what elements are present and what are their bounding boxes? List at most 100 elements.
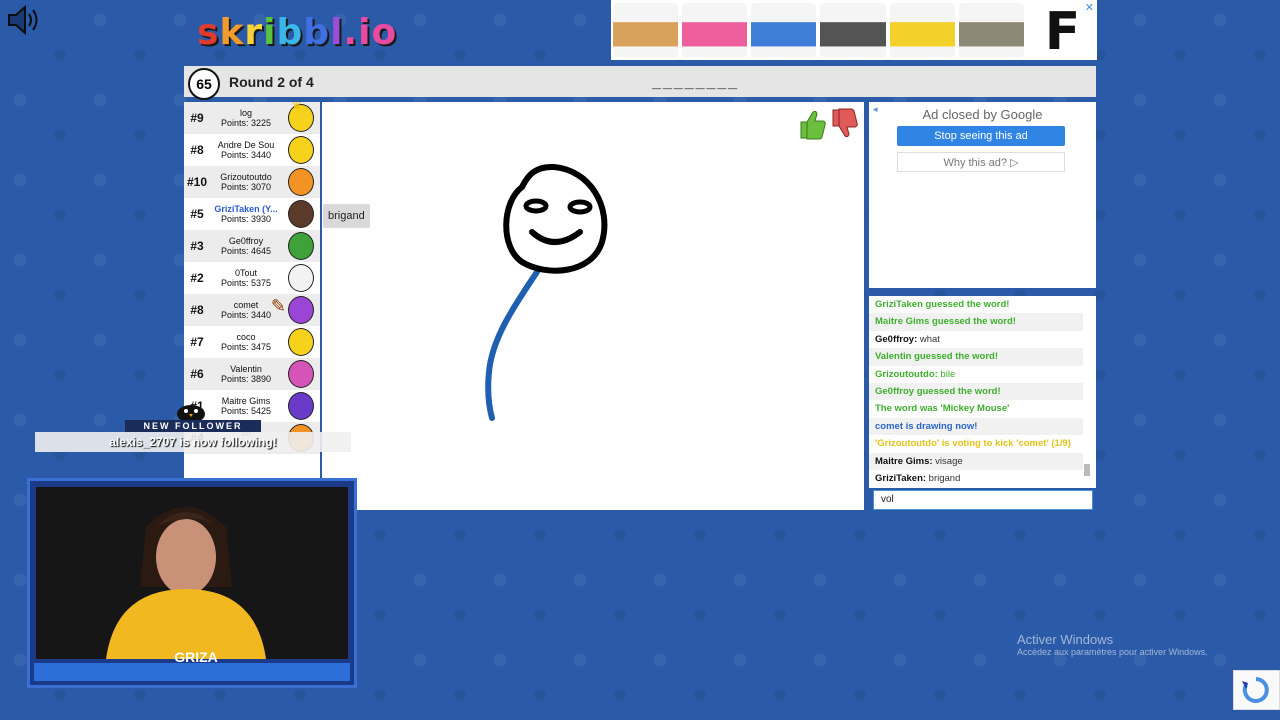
logo-letter: . bbox=[343, 12, 359, 53]
thumbs-up-icon[interactable] bbox=[800, 110, 826, 140]
player-name: 0Tout bbox=[234, 268, 258, 278]
chat-message: GriziTaken: brigand bbox=[869, 469, 1083, 488]
chat-sender: Maitre Gims: bbox=[875, 455, 933, 467]
player-info: Andre De Sou Points: 3440 bbox=[210, 140, 282, 160]
chat-text: brigand bbox=[926, 472, 961, 484]
webcam-feed bbox=[36, 487, 348, 659]
why-this-ad-button[interactable]: Why this ad? ▷ bbox=[897, 152, 1065, 172]
player-points: Points: 3475 bbox=[220, 342, 272, 352]
player-row[interactable]: #6 Valentin Points: 3890 bbox=[184, 358, 320, 390]
player-row[interactable]: #5 GriziTaken (Y... Points: 3930 bbox=[184, 198, 320, 230]
player-rank: #5 bbox=[190, 207, 204, 221]
player-row[interactable]: #7 coco Points: 3475 bbox=[184, 326, 320, 358]
player-row[interactable]: #9 log Points: 3225 ♛ bbox=[184, 102, 320, 134]
logo-letter: r bbox=[244, 12, 264, 53]
chat-message: Valentin guessed the word! bbox=[869, 348, 1083, 366]
logo-letter: b bbox=[303, 12, 331, 53]
chat-message: Maitre Gims: visage bbox=[869, 452, 1083, 470]
chat-sender: Ge0ffroy: bbox=[875, 333, 918, 345]
player-points: Points: 3225 bbox=[220, 118, 272, 128]
player-info: coco Points: 3475 bbox=[210, 332, 282, 352]
chat-message: Grizoutoutdo: bile bbox=[869, 365, 1083, 383]
chat-text: visage bbox=[932, 455, 963, 467]
drawing-canvas[interactable] bbox=[322, 102, 864, 510]
chat-message: 'Grizoutoutdo' is voting to kick 'comet'… bbox=[869, 435, 1083, 453]
recaptcha-badge[interactable] bbox=[1233, 670, 1280, 710]
top-ad-banner[interactable]: F ✕ bbox=[611, 0, 1097, 61]
windows-activation-title: Activer Windows bbox=[1017, 632, 1114, 647]
chat-system-text: comet is drawing now! bbox=[875, 420, 978, 432]
player-avatar bbox=[288, 296, 314, 324]
follower-text: is now following! bbox=[176, 435, 277, 449]
chat-text: what bbox=[917, 333, 940, 345]
new-follower-alert: NEW FOLLOWER alexis_2707 is now followin… bbox=[35, 400, 351, 452]
round-indicator: Round 2 of 4 bbox=[229, 74, 314, 90]
logo-letter: l bbox=[330, 12, 344, 53]
player-row[interactable]: #8 comet Points: 3440 ✎ bbox=[184, 294, 320, 326]
chat-message: GriziTaken guessed the word! bbox=[869, 296, 1083, 314]
player-row[interactable]: #3 Ge0ffroy Points: 4645 bbox=[184, 230, 320, 262]
windows-activation-subtitle: Accédez aux paramètres pour activer Wind… bbox=[1017, 647, 1208, 657]
ad-product-image[interactable] bbox=[613, 3, 679, 57]
logo-letter: i bbox=[358, 12, 372, 53]
player-row[interactable]: #10 Grizoutoutdo Points: 3070 bbox=[184, 166, 320, 198]
chat-scrollbar[interactable] bbox=[1084, 298, 1090, 484]
drawing bbox=[485, 163, 608, 421]
ad-close-icon[interactable]: ✕ bbox=[1085, 1, 1094, 14]
ad-product-image[interactable] bbox=[889, 3, 955, 57]
chat-message: comet is drawing now! bbox=[869, 417, 1083, 436]
player-points: Points: 5375 bbox=[220, 278, 272, 288]
chat-message: Ge0ffroy guessed the word! bbox=[869, 382, 1083, 401]
player-rank: #3 bbox=[190, 239, 204, 253]
player-avatar bbox=[288, 264, 314, 292]
game-header: 65 Round 2 of 4 ________ bbox=[184, 66, 1096, 100]
player-avatar bbox=[288, 232, 314, 260]
player-name: log bbox=[239, 108, 252, 118]
logo-letter: o bbox=[371, 12, 398, 53]
thumbs-down-icon[interactable] bbox=[832, 108, 858, 138]
ad-product-image[interactable] bbox=[751, 3, 817, 57]
player-avatar bbox=[288, 200, 314, 228]
chat-system-text: GriziTaken guessed the word! bbox=[875, 299, 1010, 310]
drawing-pencil-icon: ✎ bbox=[270, 296, 286, 316]
ad-closed-label: Ad closed by Google bbox=[922, 107, 1043, 122]
recaptcha-icon bbox=[1242, 677, 1269, 703]
follower-title: NEW FOLLOWER bbox=[125, 420, 261, 432]
logo-letter: s bbox=[197, 12, 220, 53]
ad-product-image[interactable] bbox=[820, 3, 886, 57]
player-points: Points: 3930 bbox=[220, 214, 272, 224]
follower-username: alexis_2707 bbox=[109, 435, 177, 449]
ad-product-image[interactable] bbox=[958, 3, 1024, 57]
player-points: Points: 4645 bbox=[220, 246, 272, 256]
player-rank: #8 bbox=[190, 303, 204, 317]
windows-activation-watermark: Activer Windows Accédez aux paramètres p… bbox=[1017, 632, 1208, 657]
player-name: Ge0ffroy bbox=[228, 236, 264, 246]
chat-input[interactable]: vol bbox=[873, 490, 1093, 510]
chat-system-text: Valentin guessed the word! bbox=[875, 351, 998, 363]
player-points: Points: 3890 bbox=[220, 374, 272, 384]
vote-thumbs bbox=[800, 108, 858, 140]
speaker-icon[interactable] bbox=[6, 4, 40, 36]
timer-clock-icon: 65 bbox=[188, 68, 220, 100]
player-name: Andre De Sou bbox=[217, 140, 275, 150]
chat-text: bile bbox=[937, 368, 956, 380]
player-info: Valentin Points: 3890 bbox=[210, 364, 282, 384]
player-info: GriziTaken (Y... Points: 3930 bbox=[210, 204, 282, 224]
skribbl-logo: skribbl.io bbox=[197, 12, 397, 53]
player-avatar bbox=[288, 168, 314, 196]
player-avatar bbox=[288, 360, 314, 388]
stop-seeing-ad-button[interactable]: Stop seeing this ad bbox=[897, 126, 1065, 146]
ad-product-image[interactable] bbox=[682, 3, 748, 57]
player-row[interactable]: #2 0Tout Points: 5375 bbox=[184, 262, 320, 294]
player-rank: #10 bbox=[186, 175, 208, 189]
player-rank: #8 bbox=[190, 143, 204, 157]
chat-message: Ge0ffroy: what bbox=[869, 330, 1083, 349]
logo-letter: b bbox=[276, 12, 304, 53]
player-name: GriziTaken (Y... bbox=[214, 204, 278, 214]
player-row[interactable]: #8 Andre De Sou Points: 3440 bbox=[184, 134, 320, 166]
player-info: 0Tout Points: 5375 bbox=[210, 268, 282, 288]
crown-icon: ♛ bbox=[291, 102, 302, 112]
player-name: Grizoutoutdo bbox=[220, 172, 272, 182]
player-info: Grizoutoutdo Points: 3070 bbox=[210, 172, 282, 192]
chat-system-text: 'Grizoutoutdo' is voting to kick 'comet'… bbox=[875, 438, 1071, 450]
